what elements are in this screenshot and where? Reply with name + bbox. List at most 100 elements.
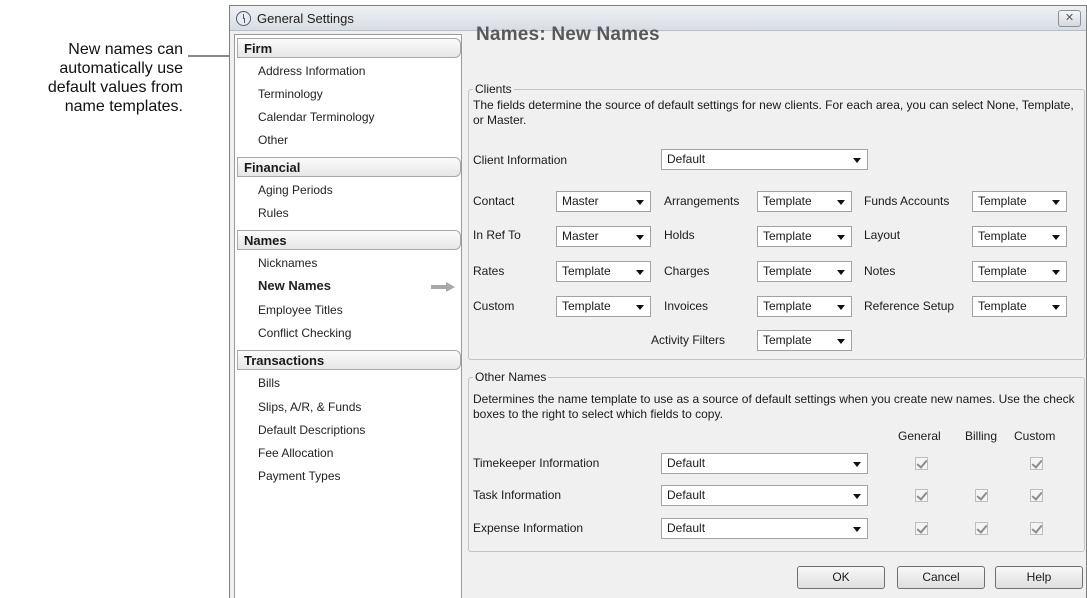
clock-icon xyxy=(236,11,251,26)
chevron-down-icon xyxy=(636,270,644,275)
sidebar-item-employee-titles[interactable]: Employee Titles xyxy=(258,303,343,317)
cancel-button[interactable]: Cancel xyxy=(897,566,985,589)
selected-arrow-icon xyxy=(431,282,455,292)
callout-line: automatically use xyxy=(59,60,183,77)
in-ref-to-select[interactable]: Master xyxy=(556,226,651,247)
client-information-select[interactable]: Default xyxy=(661,149,868,170)
timekeeper-custom-checkbox[interactable] xyxy=(1030,457,1043,470)
chevron-down-icon xyxy=(837,270,845,275)
sidebar-item-bills[interactable]: Bills xyxy=(258,376,280,390)
chevron-down-icon xyxy=(1052,235,1060,240)
timekeeper-information-select[interactable]: Default xyxy=(661,453,868,474)
sidebar-group-financial[interactable]: Financial xyxy=(237,157,461,177)
clients-description: The fields determine the source of defau… xyxy=(473,98,1074,127)
settings-sidebar: Firm Address Information Terminology Cal… xyxy=(234,34,462,598)
callout-line: New names can xyxy=(68,41,183,58)
arrangements-select[interactable]: Template xyxy=(757,191,852,212)
sidebar-group-transactions[interactable]: Transactions xyxy=(237,350,461,370)
invoices-select[interactable]: Template xyxy=(757,296,852,317)
custom-label: Custom xyxy=(473,299,515,313)
rates-label: Rates xyxy=(473,264,505,278)
chevron-down-icon xyxy=(636,305,644,310)
in-ref-to-label: In Ref To xyxy=(473,228,521,242)
ok-button[interactable]: OK xyxy=(797,566,885,589)
sidebar-item-conflict-checking[interactable]: Conflict Checking xyxy=(258,326,351,340)
column-billing-header: Billing xyxy=(965,429,998,443)
sidebar-item-payment-types[interactable]: Payment Types xyxy=(258,469,341,483)
sidebar-group-firm[interactable]: Firm xyxy=(237,38,461,58)
expense-information-label: Expense Information xyxy=(473,521,584,535)
sidebar-item-slips-ar-funds[interactable]: Slips, A/R, & Funds xyxy=(258,400,361,414)
sidebar-item-rules[interactable]: Rules xyxy=(258,206,289,220)
chevron-down-icon xyxy=(837,235,845,240)
sidebar-item-aging-periods[interactable]: Aging Periods xyxy=(258,183,333,197)
sidebar-item-fee-allocation[interactable]: Fee Allocation xyxy=(258,446,333,460)
chevron-down-icon xyxy=(837,200,845,205)
notes-label: Notes xyxy=(864,264,896,278)
callout-line: name templates. xyxy=(64,98,183,115)
chevron-down-icon xyxy=(837,305,845,310)
reference-setup-label: Reference Setup xyxy=(864,299,955,313)
sidebar-item-nicknames[interactable]: Nicknames xyxy=(258,256,317,270)
timekeeper-general-checkbox[interactable] xyxy=(915,457,928,470)
callout-line: default values from xyxy=(47,79,183,96)
sidebar-group-names[interactable]: Names xyxy=(237,230,461,250)
help-button[interactable]: Help xyxy=(995,566,1083,589)
chevron-down-icon xyxy=(1052,200,1060,205)
general-settings-window: General Settings ✕ Firm Address Informat… xyxy=(229,5,1087,598)
close-button[interactable]: ✕ xyxy=(1058,10,1081,27)
invoices-label: Invoices xyxy=(664,299,709,313)
sidebar-item-new-names[interactable]: New Names xyxy=(258,278,331,293)
task-information-select[interactable]: Default xyxy=(661,485,868,506)
funds-accounts-label: Funds Accounts xyxy=(864,194,950,208)
timekeeper-information-label: Timekeeper Information xyxy=(473,456,600,470)
layout-label: Layout xyxy=(864,228,901,242)
clients-legend: Clients xyxy=(475,82,512,96)
client-information-label: Client Information xyxy=(473,153,568,167)
column-custom-header: Custom xyxy=(1014,429,1056,443)
task-billing-checkbox[interactable] xyxy=(975,489,988,502)
chevron-down-icon xyxy=(1052,305,1060,310)
chevron-down-icon xyxy=(853,494,861,499)
column-general-header: General xyxy=(898,429,941,443)
chevron-down-icon xyxy=(636,235,644,240)
sidebar-item-default-descriptions[interactable]: Default Descriptions xyxy=(258,423,365,437)
task-general-checkbox[interactable] xyxy=(915,489,928,502)
expense-information-select[interactable]: Default xyxy=(661,518,868,539)
rates-select[interactable]: Template xyxy=(556,261,651,282)
contact-label: Contact xyxy=(473,194,515,208)
chevron-down-icon xyxy=(1052,270,1060,275)
chevron-down-icon xyxy=(853,527,861,532)
notes-select[interactable]: Template xyxy=(972,261,1067,282)
page-title: Names: New Names xyxy=(476,24,660,45)
sidebar-item-calendar-terminology[interactable]: Calendar Terminology xyxy=(258,110,375,124)
sidebar-item-address-information[interactable]: Address Information xyxy=(258,64,365,78)
chevron-down-icon xyxy=(837,339,845,344)
chevron-down-icon xyxy=(853,462,861,467)
window-title: General Settings xyxy=(257,11,354,26)
charges-label: Charges xyxy=(664,264,710,278)
sidebar-item-other[interactable]: Other xyxy=(258,133,288,147)
other-names-description: Determines the name template to use as a… xyxy=(473,392,1075,421)
custom-select[interactable]: Template xyxy=(556,296,651,317)
arrangements-label: Arrangements xyxy=(664,194,740,208)
chevron-down-icon xyxy=(853,158,861,163)
expense-billing-checkbox[interactable] xyxy=(975,522,988,535)
activity-filters-select[interactable]: Template xyxy=(757,330,852,351)
charges-select[interactable]: Template xyxy=(757,261,852,282)
task-custom-checkbox[interactable] xyxy=(1030,489,1043,502)
expense-general-checkbox[interactable] xyxy=(915,522,928,535)
contact-select[interactable]: Master xyxy=(556,191,651,212)
expense-custom-checkbox[interactable] xyxy=(1030,522,1043,535)
funds-accounts-select[interactable]: Template xyxy=(972,191,1067,212)
task-information-label: Task Information xyxy=(473,488,562,502)
holds-label: Holds xyxy=(664,228,695,242)
activity-filters-label: Activity Filters xyxy=(651,333,726,347)
callout-text: New names can automatically use default … xyxy=(0,40,183,116)
other-names-legend: Other Names xyxy=(475,370,547,384)
holds-select[interactable]: Template xyxy=(757,226,852,247)
reference-setup-select[interactable]: Template xyxy=(972,296,1067,317)
chevron-down-icon xyxy=(636,200,644,205)
layout-select[interactable]: Template xyxy=(972,226,1067,247)
sidebar-item-terminology[interactable]: Terminology xyxy=(258,87,323,101)
